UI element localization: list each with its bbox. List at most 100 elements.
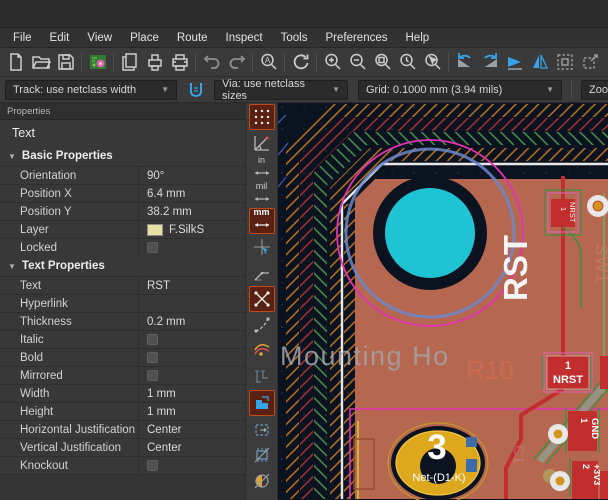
rotate-ccw-button[interactable] [452, 50, 477, 75]
plot-button[interactable] [167, 50, 192, 75]
property-label: Italic [0, 331, 138, 348]
new-board-button[interactable] [3, 50, 28, 75]
zoom-selection-button[interactable] [420, 50, 445, 75]
grid-visibility-button[interactable] [249, 104, 275, 130]
zone-fill-icon [253, 394, 271, 412]
zoom-fit-button[interactable] [370, 50, 395, 75]
mounting-hole[interactable] [385, 188, 475, 278]
net-highlight-button[interactable] [249, 338, 275, 364]
zoom-out-button[interactable] [345, 50, 370, 75]
polar-coordinates-button[interactable] [249, 130, 275, 156]
footprint-outline-display-button[interactable] [249, 442, 275, 468]
crosshair-cursor-button[interactable] [249, 234, 275, 260]
menu-route[interactable]: Route [168, 28, 217, 48]
zone-fill-display-button[interactable] [249, 390, 275, 416]
property-value[interactable] [138, 457, 245, 474]
checkbox[interactable] [147, 334, 158, 345]
hide-unconnected-button[interactable] [249, 364, 275, 390]
property-value[interactable] [138, 367, 245, 384]
property-row: Locked [0, 238, 245, 256]
pad-net-label: Net-(D1-K) [412, 472, 465, 484]
menu-tools[interactable]: Tools [272, 28, 317, 48]
refresh-button[interactable] [288, 50, 313, 75]
track-posture-button[interactable] [183, 77, 208, 102]
track-width-dropdown[interactable]: Track: use netclass width▼ [5, 80, 177, 100]
menu-preferences[interactable]: Preferences [316, 28, 396, 48]
curved-ratsnest-button[interactable] [249, 312, 275, 338]
zoom-dropdown[interactable]: Zoom [581, 80, 608, 100]
ratsnest-visibility-button[interactable] [249, 286, 275, 312]
property-value[interactable]: 6.4 mm [138, 185, 245, 202]
units-inches-button[interactable]: in [249, 156, 275, 182]
grid-dropdown[interactable]: Grid: 0.1000 mm (3.94 mils)▼ [358, 80, 562, 100]
menu-inspect[interactable]: Inspect [217, 28, 272, 48]
property-value[interactable]: F.SilkS [138, 221, 245, 238]
mirror-button[interactable] [527, 50, 552, 75]
property-value[interactable] [138, 349, 245, 366]
property-value[interactable]: 90° [138, 167, 245, 184]
menu-help[interactable]: Help [397, 28, 439, 48]
pcb-canvas[interactable]: Mounting Ho R10 RST SW1 C1 1 NRST [278, 103, 608, 500]
free-angle-mode-button[interactable] [249, 260, 275, 286]
zoom-in-button[interactable] [320, 50, 345, 75]
property-value[interactable] [138, 239, 245, 256]
gnd-pad[interactable]: 1 GND [566, 408, 600, 453]
svg-text:A: A [264, 56, 270, 65]
property-value[interactable]: 1 mm [138, 403, 245, 420]
section-title: Text Properties [22, 260, 105, 272]
via-bottom[interactable] [550, 471, 570, 491]
open-board-button[interactable] [28, 50, 53, 75]
property-value[interactable]: 1 mm [138, 385, 245, 402]
nrst-pad[interactable]: 1 NRST [543, 353, 592, 392]
property-value[interactable]: Center [138, 421, 245, 438]
via-top-right[interactable] [587, 195, 608, 217]
property-value[interactable] [138, 295, 245, 312]
units-mils-button[interactable]: mil [249, 182, 275, 208]
menu-view[interactable]: View [78, 28, 121, 48]
property-value[interactable]: 38.2 mm [138, 203, 245, 220]
property-value[interactable] [138, 331, 245, 348]
undo-icon [202, 52, 222, 72]
pad-number: 3 [427, 428, 446, 467]
property-label: Height [0, 403, 138, 420]
checkbox[interactable] [147, 460, 158, 471]
redo-button[interactable] [224, 50, 249, 75]
property-label: Locked [0, 239, 138, 256]
section-header[interactable]: ▼Text Properties [0, 256, 245, 276]
mm-icon: mm [253, 208, 271, 234]
pad-outline-display-button[interactable] [249, 468, 275, 494]
flip-board-view-button[interactable] [502, 50, 527, 75]
via-size-dropdown[interactable]: Via: use netclass sizes▼ [214, 80, 348, 100]
menu-edit[interactable]: Edit [41, 28, 79, 48]
menu-file[interactable]: File [4, 28, 41, 48]
property-value[interactable]: 0.2 mm [138, 313, 245, 330]
board-setup-button[interactable] [85, 50, 110, 75]
properties-panel-title: Properties [0, 103, 245, 120]
property-value[interactable]: RST [138, 277, 245, 294]
layer-color-swatch[interactable] [147, 224, 163, 236]
zoom-objects-button[interactable] [395, 50, 420, 75]
section-header[interactable]: ▼Basic Properties [0, 146, 245, 166]
rst-silkscreen-text[interactable]: RST [497, 235, 534, 301]
save-button[interactable] [53, 50, 78, 75]
property-value[interactable]: Center [138, 439, 245, 456]
rotate-cw-button[interactable] [477, 50, 502, 75]
checkbox[interactable] [147, 352, 158, 363]
menu-place[interactable]: Place [121, 28, 168, 48]
zone-outline-display-button[interactable] [249, 416, 275, 442]
checkbox[interactable] [147, 242, 158, 253]
ungroup-button[interactable] [577, 50, 602, 75]
undo-button[interactable] [199, 50, 224, 75]
v3-pad[interactable]: 2 +3V3 [570, 458, 602, 499]
unconnected-tracks-icon [253, 368, 271, 386]
group-button[interactable] [552, 50, 577, 75]
page-settings-button[interactable] [117, 50, 142, 75]
units-mm-button[interactable]: mm [249, 208, 275, 234]
property-row: Hyperlink [0, 294, 245, 312]
print-icon [145, 52, 165, 72]
via-mid[interactable] [548, 424, 568, 444]
lock-button[interactable] [602, 50, 608, 75]
checkbox[interactable] [147, 370, 158, 381]
find-button[interactable]: A [256, 50, 281, 75]
print-button[interactable] [142, 50, 167, 75]
